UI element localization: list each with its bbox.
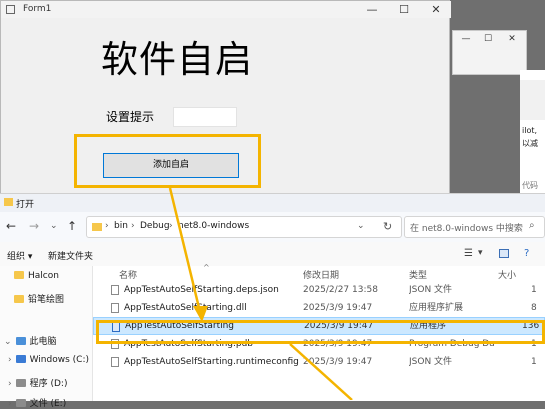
collapse-chevron-icon[interactable]: › bbox=[8, 399, 12, 409]
arrow-line-down bbox=[289, 343, 353, 400]
arrowhead-icon bbox=[193, 306, 208, 322]
annotation-arrows bbox=[168, 187, 353, 400]
nav-item-label: 文件 (E:) bbox=[29, 399, 67, 409]
arrow-line-to-file bbox=[168, 187, 202, 313]
drive-icon bbox=[15, 399, 26, 407]
